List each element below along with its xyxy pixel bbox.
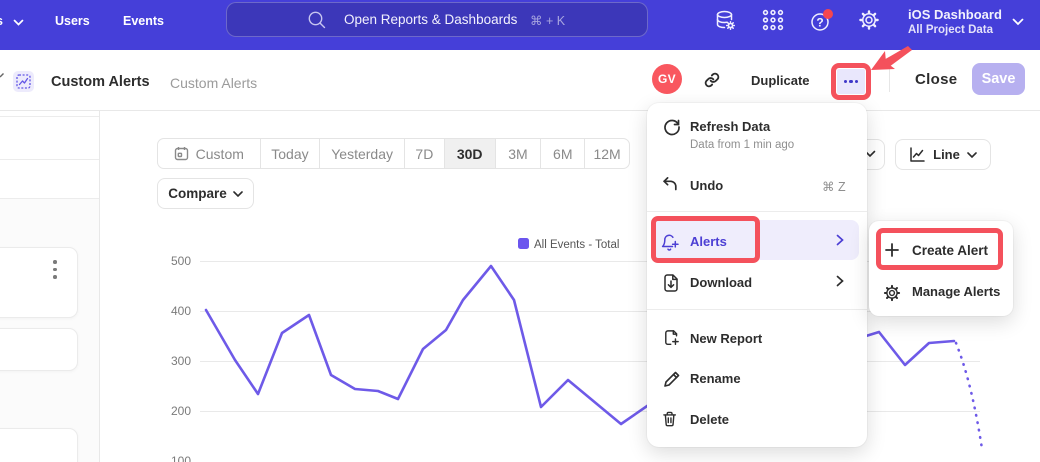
- svg-text:All Events - Total: All Events - Total: [534, 239, 619, 251]
- svg-text:500: 500: [171, 254, 191, 268]
- svg-text:300: 300: [171, 354, 191, 368]
- svg-text:200: 200: [171, 404, 191, 418]
- svg-text:100: 100: [171, 454, 191, 462]
- svg-text:400: 400: [171, 304, 191, 318]
